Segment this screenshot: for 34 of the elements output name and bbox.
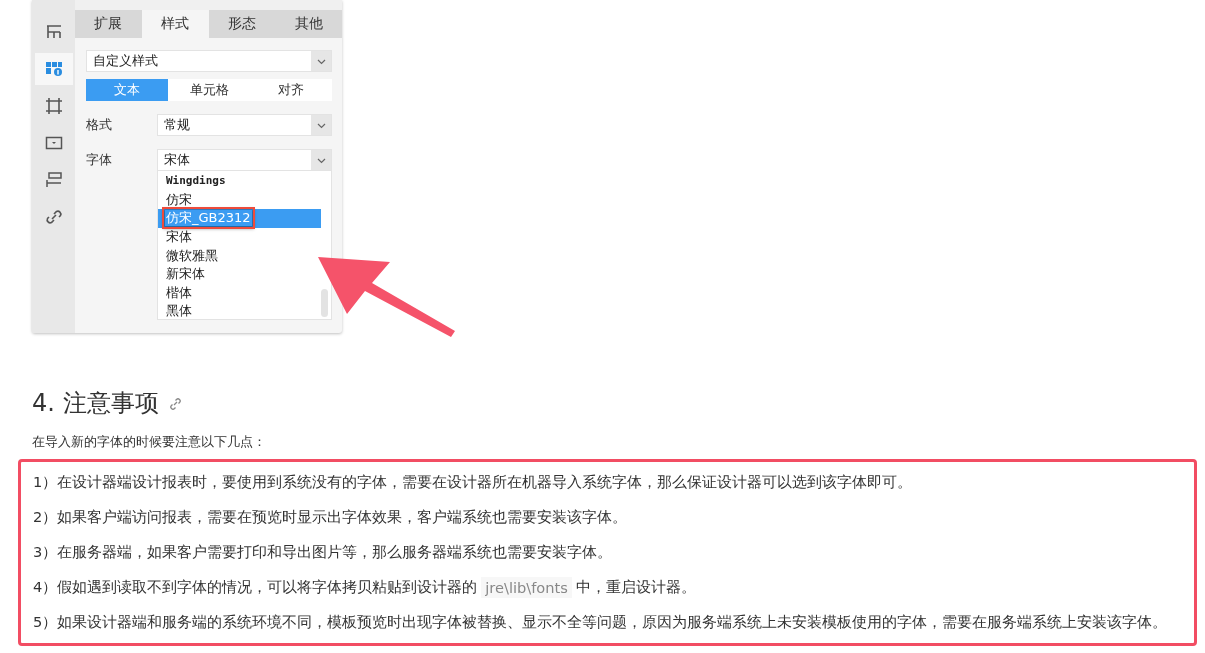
link-icon[interactable]: [44, 208, 63, 226]
font-option[interactable]: 微软雅黑: [158, 246, 321, 265]
note-text: 3）在服务器端，如果客户需要打印和导出图片等，那么服务器端系统也需要安装字体。: [33, 542, 614, 562]
link-icon[interactable]: [168, 396, 182, 410]
font-option[interactable]: 黑体: [158, 302, 321, 321]
blocks-icon[interactable]: [44, 60, 63, 78]
font-option[interactable]: 楷体: [158, 283, 321, 303]
field-dropdown[interactable]: 常规: [157, 114, 332, 136]
note-text: 5）如果设计器端和服务端的系统环境不同，模板预览时出现字体被替换、显示不全等问题，原因为服务端系统上未安装模板使用的字体，需要在服务端系统上安装该字体。: [33, 612, 1169, 632]
style-dropdown[interactable]: 自定义样式: [86, 50, 332, 72]
field-label: 字体: [86, 151, 113, 169]
field-label: 格式: [86, 116, 113, 134]
sub-tab[interactable]: 单元格: [168, 79, 250, 101]
font-option[interactable]: 宋体: [158, 227, 321, 247]
tab[interactable]: 扩展: [75, 10, 142, 38]
scrollbar-thumb[interactable]: [321, 289, 328, 317]
font-option[interactable]: 新宋体: [158, 264, 321, 284]
frame-icon[interactable]: [44, 97, 63, 115]
intro-text: 在导入新的字体的时候要注意以下几点：: [32, 433, 267, 451]
section-heading: 4. 注意事项: [32, 388, 159, 419]
note-text: 1）在设计器端设计报表时，要使用到系统没有的字体，需要在设计器所在机器导入系统字体，那么保证设计器可以选到该字体即可。: [33, 472, 914, 492]
note-text: 2）如果客户端访问报表，需要在预览时显示出字体效果，客户端系统也需要安装该字体。: [33, 507, 629, 527]
note-text: 4）假如遇到读取不到字体的情况，可以将字体拷贝粘贴到设计器的 jre\lib\fonts 中，重启设计器。: [33, 576, 697, 600]
font-option[interactable]: Wingdings: [158, 172, 321, 191]
grid-icon[interactable]: [44, 23, 63, 41]
font-option[interactable]: 仿宋: [158, 190, 321, 210]
tab[interactable]: 其他: [275, 10, 342, 38]
field-dropdown[interactable]: 宋体: [157, 149, 332, 171]
tab[interactable]: 形态: [208, 10, 276, 38]
window-icon[interactable]: [44, 134, 63, 152]
code-snippet: jre\lib\fonts: [481, 577, 572, 598]
layers-icon[interactable]: [44, 171, 63, 189]
tab[interactable]: 样式: [141, 10, 209, 38]
sub-tab[interactable]: 对齐: [250, 79, 332, 101]
